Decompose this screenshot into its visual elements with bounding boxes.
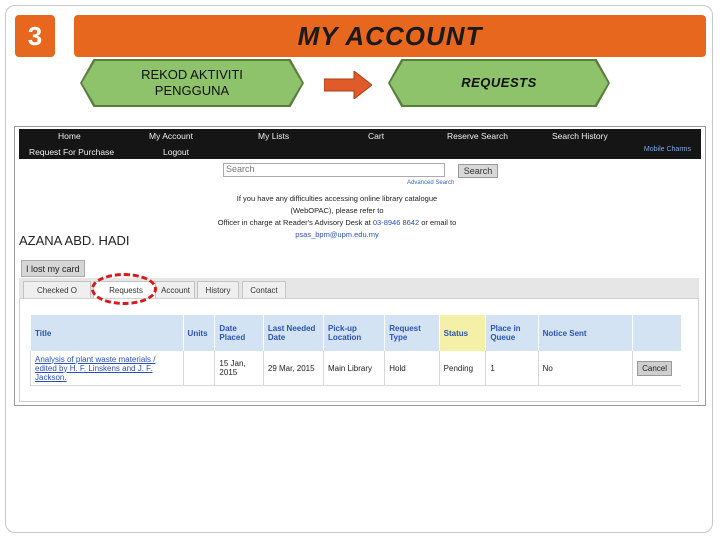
col-last-needed: Last Needed Date — [262, 315, 324, 351]
opac-screenshot: Home My Account My Lists Cart Reserve Se… — [14, 126, 706, 406]
row-notice-sent: No — [537, 351, 633, 386]
step-left-label: REKOD AKTIVITI PENGGUNA — [141, 67, 243, 99]
nav-home[interactable]: Home — [58, 131, 81, 141]
tab-history[interactable]: History — [197, 281, 239, 298]
nav-cart[interactable]: Cart — [368, 131, 384, 141]
row-action-cell: Cancel — [632, 351, 681, 386]
table-header-row: Title Units Date Placed Last Needed Date… — [30, 315, 681, 351]
highlight-ellipse — [91, 273, 157, 305]
top-nav: Home My Account My Lists Cart Reserve Se… — [19, 129, 701, 159]
row-status: Pending — [438, 351, 486, 386]
nav-search-history[interactable]: Search History — [552, 131, 608, 141]
tab-checked-out-label: Checked Out — [37, 285, 77, 295]
row-pickup: Main Library — [322, 351, 385, 386]
nav-reserve-search[interactable]: Reserve Search — [447, 131, 508, 141]
notice-phone: 03-8946 8642 — [372, 218, 420, 227]
step-left-line2: PENGGUNA — [154, 83, 230, 98]
row-queue: 1 — [485, 351, 539, 386]
slide-title: MY ACCOUNT — [297, 20, 483, 51]
cancel-button[interactable]: Cancel — [637, 360, 673, 376]
nav-logout[interactable]: Logout — [163, 147, 189, 157]
tab-history-label: History — [205, 285, 231, 295]
notice-middle: or email to — [419, 218, 457, 227]
mobile-link[interactable]: Mobile Charms — [644, 146, 691, 153]
col-notice-sent: Notice Sent — [537, 315, 633, 351]
tab-checked-out[interactable]: Checked Out — [23, 281, 91, 298]
notice-email[interactable]: psas_bpm@upm.edu.my — [295, 230, 379, 239]
notice-prefix: Officer in charge at Reader's Advisory D… — [217, 218, 373, 227]
row-date-placed: 15 Jan, 2015 — [214, 351, 264, 386]
col-action — [632, 315, 681, 351]
title-banner: MY ACCOUNT — [74, 15, 706, 57]
nav-my-account[interactable]: My Account — [149, 131, 193, 141]
col-status: Status — [438, 315, 486, 351]
search-input[interactable]: Search — [223, 163, 445, 177]
search-button[interactable]: Search — [458, 164, 498, 178]
user-name: AZANA ABD. HADI — [19, 233, 130, 248]
col-title: Title — [30, 315, 184, 351]
tab-contact[interactable]: Contact — [242, 281, 286, 298]
col-date-placed: Date Placed — [214, 315, 264, 351]
notice-line1: If you have any difficulties accessing o… — [236, 194, 438, 215]
right-arrow-icon — [324, 71, 372, 99]
step-left-line1: REKOD AKTIVITI — [141, 67, 243, 82]
step-left: REKOD AKTIVITI PENGGUNA — [82, 61, 302, 105]
lost-card-button[interactable]: I lost my card — [21, 260, 85, 277]
tab-contact-label: Contact — [250, 285, 278, 295]
col-queue: Place in Queue — [485, 315, 539, 351]
row-units — [182, 351, 215, 386]
nav-my-lists[interactable]: My Lists — [258, 131, 289, 141]
notice-text: If you have any difficulties accessing o… — [217, 193, 457, 241]
advanced-search-link[interactable]: Advanced Search — [407, 180, 454, 186]
requests-table: Title Units Date Placed Last Needed Date… — [30, 315, 681, 386]
tab-account[interactable]: Account — [155, 281, 195, 298]
step-right-label: REQUESTS — [461, 75, 537, 90]
tab-account-label: Account — [161, 285, 190, 295]
row-last-needed: 29 Mar, 2015 — [262, 351, 324, 386]
row-title[interactable]: Analysis of plant waste materials / edit… — [30, 351, 184, 386]
col-pickup: Pick-up Location — [322, 315, 385, 351]
table-row: Analysis of plant waste materials / edit… — [30, 351, 681, 386]
notice-line2: Officer in charge at Reader's Advisory D… — [217, 217, 457, 241]
col-units: Units — [182, 315, 215, 351]
slide-number: 3 — [15, 15, 55, 57]
step-right: REQUESTS — [390, 61, 608, 105]
row-request-type: Hold — [384, 351, 440, 386]
col-request-type: Request Type — [384, 315, 440, 351]
nav-request-for-purchase[interactable]: Request For Purchase — [29, 147, 114, 157]
